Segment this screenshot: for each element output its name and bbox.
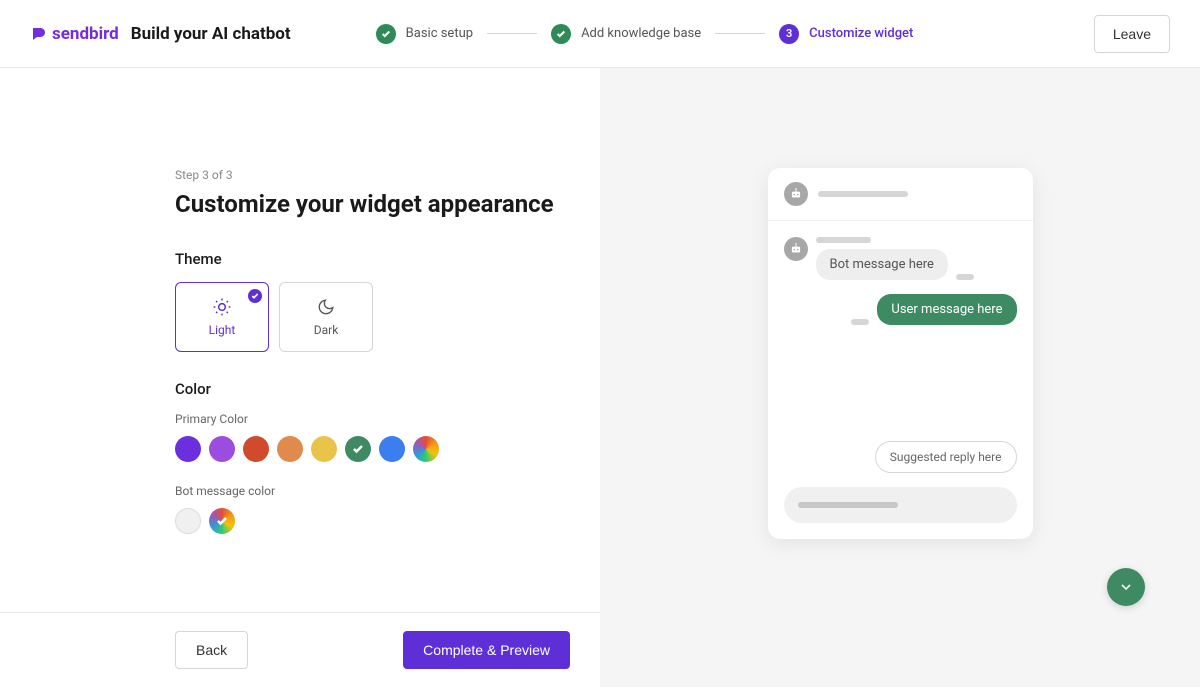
theme-section-label: Theme <box>175 250 570 268</box>
color-swatch-blue[interactable] <box>379 436 405 462</box>
leave-button[interactable]: Leave <box>1094 15 1170 53</box>
theme-dark[interactable]: Dark <box>279 282 373 352</box>
preview-pane: Bot message here User message here Sugge… <box>600 68 1200 687</box>
primary-color-swatches <box>175 436 570 462</box>
placeholder-name <box>816 237 871 243</box>
step-connector <box>715 33 765 34</box>
form-pane: Step 3 of 3 Customize your widget appear… <box>0 68 600 687</box>
step-connector <box>487 33 537 34</box>
sun-icon <box>212 297 232 317</box>
suggested-reply-chip[interactable]: Suggested reply here <box>875 441 1017 473</box>
chevron-down-icon <box>1118 579 1134 595</box>
step-knowledge-base[interactable]: Add knowledge base <box>551 24 701 44</box>
header: sendbird Build your AI chatbot Basic set… <box>0 0 1200 68</box>
header-right: Leave <box>1094 15 1170 53</box>
widget-body: Bot message here User message here <box>768 221 1033 441</box>
placeholder-title <box>818 191 908 197</box>
check-icon <box>216 515 228 527</box>
bot-avatar-icon <box>784 182 808 206</box>
widget-header <box>768 168 1033 221</box>
progress-steps: Basic setup Add knowledge base 3 Customi… <box>376 24 914 44</box>
step-label: Customize widget <box>809 26 913 41</box>
bot-message-bubble: Bot message here <box>816 249 948 280</box>
user-message-row: User message here <box>784 294 1017 325</box>
main: Step 3 of 3 Customize your widget appear… <box>0 68 1200 687</box>
color-swatch-custom[interactable] <box>413 436 439 462</box>
brand-icon <box>30 25 48 43</box>
color-swatch-yellow[interactable] <box>311 436 337 462</box>
bot-color-label: Bot message color <box>175 484 570 498</box>
color-swatch-purple[interactable] <box>175 436 201 462</box>
color-swatch-green[interactable] <box>345 436 371 462</box>
color-swatch-violet[interactable] <box>209 436 235 462</box>
step-label: Add knowledge base <box>581 26 701 41</box>
step-counter: Step 3 of 3 <box>175 168 570 182</box>
theme-light[interactable]: Light <box>175 282 269 352</box>
theme-options: Light Dark <box>175 282 570 352</box>
suggested-reply-area: Suggested reply here <box>768 441 1033 487</box>
complete-preview-button[interactable]: Complete & Preview <box>403 631 570 669</box>
placeholder-input <box>798 502 898 508</box>
bot-message-stack: Bot message here <box>816 237 974 280</box>
back-button[interactable]: Back <box>175 631 248 669</box>
bot-message-row: Bot message here <box>784 237 1017 280</box>
theme-label: Light <box>209 323 236 337</box>
logo-group: sendbird Build your AI chatbot <box>30 24 291 44</box>
step-label: Basic setup <box>406 26 473 41</box>
theme-label: Dark <box>314 323 339 337</box>
bot-avatar-icon <box>784 237 808 261</box>
check-icon <box>352 443 364 455</box>
color-swatch-orange[interactable] <box>277 436 303 462</box>
form-footer: Back Complete & Preview <box>0 612 600 687</box>
placeholder-timestamp <box>851 319 869 325</box>
check-icon <box>376 24 396 44</box>
brand-name: sendbird <box>52 24 119 44</box>
color-swatch-light[interactable] <box>175 508 201 534</box>
brand-tagline: Build your AI chatbot <box>131 24 291 44</box>
brand-logo[interactable]: sendbird <box>30 24 119 44</box>
color-swatch-custom[interactable] <box>209 508 235 534</box>
chat-widget-preview: Bot message here User message here Sugge… <box>768 168 1033 539</box>
check-icon <box>551 24 571 44</box>
widget-toggle-fab[interactable] <box>1107 568 1145 606</box>
primary-color-label: Primary Color <box>175 412 570 426</box>
color-section-label: Color <box>175 380 570 398</box>
color-swatch-red[interactable] <box>243 436 269 462</box>
selected-badge-icon <box>248 289 262 303</box>
placeholder-timestamp <box>956 274 974 280</box>
user-message-bubble: User message here <box>877 294 1016 325</box>
step-customize-widget[interactable]: 3 Customize widget <box>779 24 913 44</box>
step-basic-setup[interactable]: Basic setup <box>376 24 473 44</box>
step-number-icon: 3 <box>779 24 799 44</box>
page-title: Customize your widget appearance <box>175 190 570 218</box>
message-input[interactable] <box>784 487 1017 523</box>
moon-icon <box>316 297 336 317</box>
bot-color-swatches <box>175 508 570 534</box>
